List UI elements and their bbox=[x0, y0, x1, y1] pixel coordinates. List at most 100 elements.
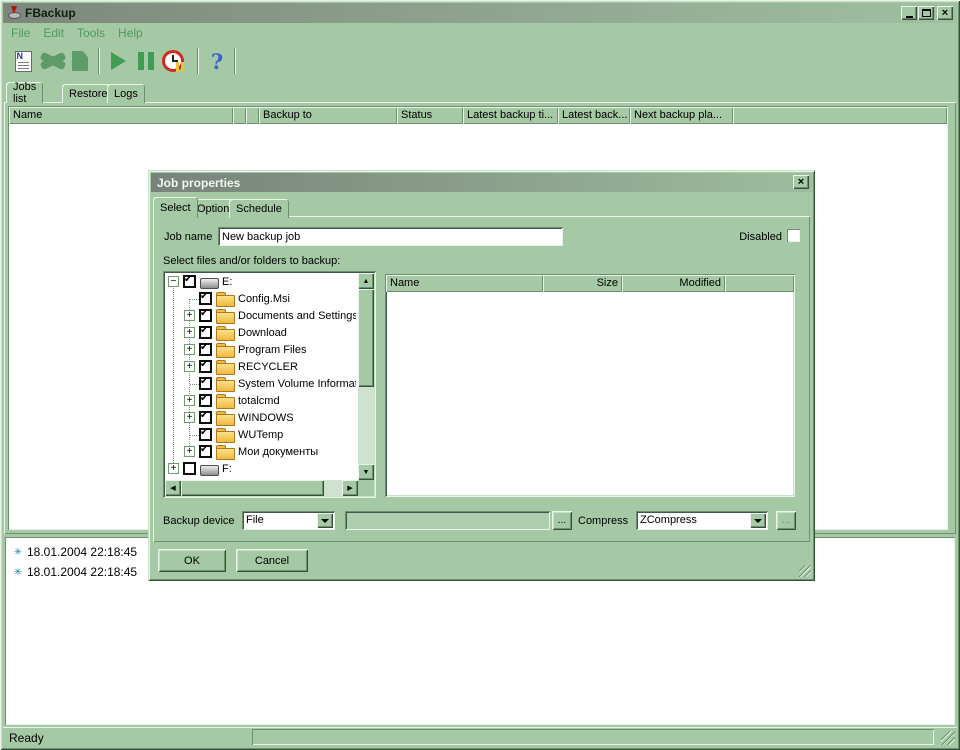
tree-row[interactable]: Download bbox=[165, 324, 356, 341]
tree-row[interactable]: Program Files bbox=[165, 341, 356, 358]
tree-row[interactable]: Мои документы bbox=[165, 443, 356, 460]
close-button[interactable]: × bbox=[937, 6, 953, 20]
backup-device-combo[interactable]: File bbox=[242, 511, 335, 530]
disabled-checkbox[interactable] bbox=[787, 229, 800, 242]
job-name-label: Job name bbox=[164, 231, 213, 243]
tree-expander-icon[interactable] bbox=[184, 395, 195, 406]
start-backup-icon[interactable] bbox=[104, 47, 132, 75]
log-entry-star-icon bbox=[9, 546, 27, 558]
ok-button[interactable]: OK bbox=[158, 549, 226, 572]
browse-destination-button[interactable]: ... bbox=[552, 511, 572, 530]
compress-dropdown-button[interactable] bbox=[750, 513, 766, 528]
column-header-blank1[interactable] bbox=[233, 107, 246, 124]
window-titlebar[interactable]: FBackup × bbox=[3, 3, 957, 23]
pause-backup-icon[interactable] bbox=[132, 47, 160, 75]
compress-value: ZCompress bbox=[640, 514, 697, 526]
column-header-backup-to[interactable]: Backup to bbox=[259, 107, 397, 124]
tree-hscrollbar-thumb[interactable] bbox=[181, 480, 324, 496]
tree-row[interactable]: E: bbox=[165, 273, 356, 290]
tree-row[interactable]: Documents and Settings bbox=[165, 307, 356, 324]
tree-expander-icon[interactable] bbox=[184, 412, 195, 423]
toolbar-separator bbox=[197, 48, 199, 74]
tree-expander-icon[interactable] bbox=[184, 344, 195, 355]
tree-row[interactable]: System Volume Informatio bbox=[165, 375, 356, 392]
menu-item[interactable]: File bbox=[11, 26, 30, 40]
tree-checkbox[interactable] bbox=[199, 444, 212, 458]
menu-item[interactable]: Tools bbox=[77, 26, 105, 40]
file-column-name[interactable]: Name bbox=[386, 275, 543, 292]
tree-expander-icon[interactable] bbox=[184, 361, 195, 372]
minimize-button[interactable] bbox=[901, 6, 917, 20]
tree-checkbox[interactable] bbox=[199, 308, 212, 322]
tree-row[interactable]: WINDOWS bbox=[165, 409, 356, 426]
file-column-modified[interactable]: Modified bbox=[622, 275, 725, 292]
tree-checkbox[interactable] bbox=[199, 410, 212, 424]
tree-vscrollbar-thumb[interactable] bbox=[358, 289, 374, 387]
scheduler-clock-icon[interactable] bbox=[159, 47, 187, 75]
tree-expander-icon[interactable] bbox=[184, 378, 205, 389]
tree-expander-icon[interactable] bbox=[184, 293, 205, 304]
tree-item-label: Мои документы bbox=[238, 445, 319, 458]
tree-vscroll-down-button[interactable]: ▼ bbox=[358, 464, 374, 480]
tree-checkbox[interactable] bbox=[199, 393, 212, 407]
maximize-button[interactable] bbox=[918, 6, 934, 20]
tree-checkbox[interactable] bbox=[199, 342, 212, 356]
menu-item[interactable]: Edit bbox=[43, 26, 64, 40]
backup-device-dropdown-button[interactable] bbox=[317, 513, 333, 528]
tree-checkbox[interactable] bbox=[183, 462, 196, 475]
column-header-latest-backup[interactable]: Latest back... bbox=[558, 107, 630, 124]
column-header-status[interactable]: Status bbox=[397, 107, 463, 124]
new-document-glyph bbox=[14, 50, 32, 72]
column-header-next-backup[interactable]: Next backup pla... bbox=[630, 107, 733, 124]
cancel-button[interactable]: Cancel bbox=[236, 549, 308, 572]
tree-row[interactable]: RECYCLER bbox=[165, 358, 356, 375]
help-icon[interactable] bbox=[203, 47, 231, 75]
tree-expander-icon[interactable] bbox=[184, 310, 195, 321]
tree-vscroll-up-button[interactable]: ▲ bbox=[358, 273, 374, 289]
tree-hscroll-right-button[interactable]: ▶ bbox=[342, 480, 358, 496]
tree-expander-icon[interactable] bbox=[184, 429, 205, 440]
tab-select[interactable]: Select bbox=[153, 197, 198, 218]
tab-schedule[interactable]: Schedule bbox=[229, 199, 289, 218]
compress-label: Compress bbox=[578, 515, 629, 527]
tree-row[interactable]: Config.Msi bbox=[165, 290, 356, 307]
column-header-latest-backup-time[interactable]: Latest backup ti... bbox=[463, 107, 558, 124]
tree-expander-icon[interactable] bbox=[168, 276, 179, 287]
compress-combo[interactable]: ZCompress bbox=[636, 511, 768, 530]
column-header-blank2[interactable] bbox=[246, 107, 259, 124]
tree-row[interactable]: WUTemp bbox=[165, 426, 356, 443]
tree-item-icon bbox=[200, 275, 219, 289]
file-list[interactable]: Name Size Modified bbox=[385, 274, 795, 497]
column-header-name[interactable]: Name bbox=[9, 107, 233, 124]
tree-checkbox[interactable] bbox=[183, 274, 196, 288]
tab-logs[interactable]: Logs bbox=[107, 84, 145, 103]
fbackup-app-icon[interactable] bbox=[6, 6, 21, 20]
file-column-size[interactable]: Size bbox=[543, 275, 622, 292]
menu-item[interactable]: Help bbox=[118, 26, 143, 40]
tree-checkbox[interactable] bbox=[199, 427, 212, 441]
dialog-title: Job properties bbox=[157, 175, 241, 190]
dialog-resize-grip[interactable] bbox=[799, 565, 811, 577]
tree-expander-icon[interactable] bbox=[184, 327, 195, 338]
dialog-titlebar[interactable]: Job properties × bbox=[151, 173, 812, 192]
dialog-close-button[interactable]: × bbox=[793, 175, 809, 189]
tree-expander-icon[interactable] bbox=[184, 446, 195, 457]
tree-row[interactable]: F: bbox=[165, 460, 356, 477]
tree-expander-icon[interactable] bbox=[168, 463, 179, 474]
folder-tree[interactable]: E: Config.Msi Documents and Settings bbox=[163, 271, 376, 498]
tree-hscroll-left-button[interactable]: ◀ bbox=[165, 480, 181, 496]
job-name-input[interactable] bbox=[218, 227, 563, 246]
tree-item-label: E: bbox=[222, 275, 233, 288]
tree-checkbox[interactable] bbox=[199, 325, 212, 339]
tree-item-icon bbox=[216, 342, 235, 358]
tree-checkbox[interactable] bbox=[199, 359, 212, 373]
tree-row[interactable]: totalcmd bbox=[165, 392, 356, 409]
tree-checkbox[interactable] bbox=[199, 291, 212, 305]
status-text: Ready bbox=[9, 731, 44, 745]
new-job-icon[interactable] bbox=[9, 47, 37, 75]
tree-item-label: RECYCLER bbox=[238, 360, 298, 373]
resize-grip[interactable] bbox=[941, 731, 955, 745]
file-list-header: Name Size Modified bbox=[386, 275, 794, 292]
tab-jobs-list[interactable]: Jobs list bbox=[6, 81, 44, 105]
tree-checkbox[interactable] bbox=[199, 376, 212, 390]
